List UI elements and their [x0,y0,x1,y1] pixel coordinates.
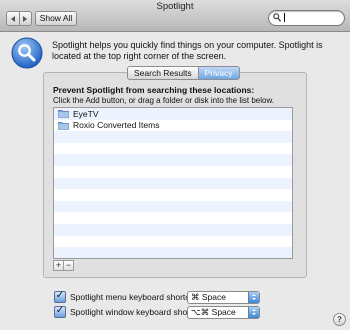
text-cursor [284,13,285,22]
tab-search-results[interactable]: Search Results [128,67,198,79]
empty-row [54,177,292,190]
forward-arrow-icon [23,15,28,22]
spotlight-description: Spotlight helps you quickly find things … [52,40,323,61]
back-arrow-icon [10,15,15,22]
folder-icon [58,121,69,130]
add-button[interactable]: + [53,260,64,271]
menu-shortcut-popup[interactable]: ⌘ Space [187,291,260,304]
tab-bar: Search Results Privacy [127,66,240,80]
window-shortcut-row: ✓ Spotlight window keyboard shortcut: [54,305,206,319]
empty-row [54,212,292,224]
checkmark-icon: ✓ [55,305,65,316]
excluded-locations-list[interactable]: EyeTV Roxio Converted Items [53,107,293,259]
search-field[interactable] [268,10,345,26]
search-icon [273,13,281,22]
forward-button[interactable] [18,12,32,25]
tab-privacy[interactable]: Privacy [197,67,239,79]
menu-shortcut-label: Spotlight menu keyboard shortcut: [70,292,199,302]
menu-shortcut-checkbox[interactable]: ✓ [54,290,66,303]
list-item-label: Roxio Converted Items [73,120,160,131]
window-shortcut-value: ⌥⌘ Space [191,307,236,317]
show-all-button[interactable]: Show All [35,11,77,26]
empty-row [54,200,292,213]
menu-shortcut-value: ⌘ Space [191,292,226,302]
window-shortcut-checkbox[interactable]: ✓ [54,305,66,318]
popup-arrows-icon [248,292,259,303]
back-forward-buttons [6,11,32,26]
empty-row [54,131,292,143]
remove-button[interactable]: − [64,260,74,271]
list-item[interactable]: Roxio Converted Items [54,120,292,132]
back-button[interactable] [7,12,19,25]
privacy-heading: Prevent Spotlight from searching these l… [53,85,255,95]
empty-row [54,223,292,236]
empty-row [54,247,292,258]
window-shortcut-popup[interactable]: ⌥⌘ Space [187,306,260,319]
folder-icon [58,110,69,119]
list-item-label: EyeTV [73,108,99,119]
empty-row [54,154,292,166]
list-item[interactable]: EyeTV [54,108,292,120]
toolbar: Spotlight Show All [0,0,350,32]
checkmark-icon: ✓ [55,290,65,301]
preferences-window: Spotlight Show All Spotlight helps you q… [0,0,350,330]
empty-row [54,189,292,201]
empty-row [54,166,292,178]
empty-row [54,236,292,248]
menu-shortcut-row: ✓ Spotlight menu keyboard shortcut: [54,290,199,304]
help-button[interactable]: ? [333,313,346,326]
add-remove-buttons: + − [53,260,74,271]
empty-row [54,143,292,155]
window-shortcut-label: Spotlight window keyboard shortcut: [70,307,207,317]
spotlight-icon [11,37,43,69]
popup-arrows-icon [248,307,259,318]
privacy-hint: Click the Add button, or drag a folder o… [53,96,275,105]
